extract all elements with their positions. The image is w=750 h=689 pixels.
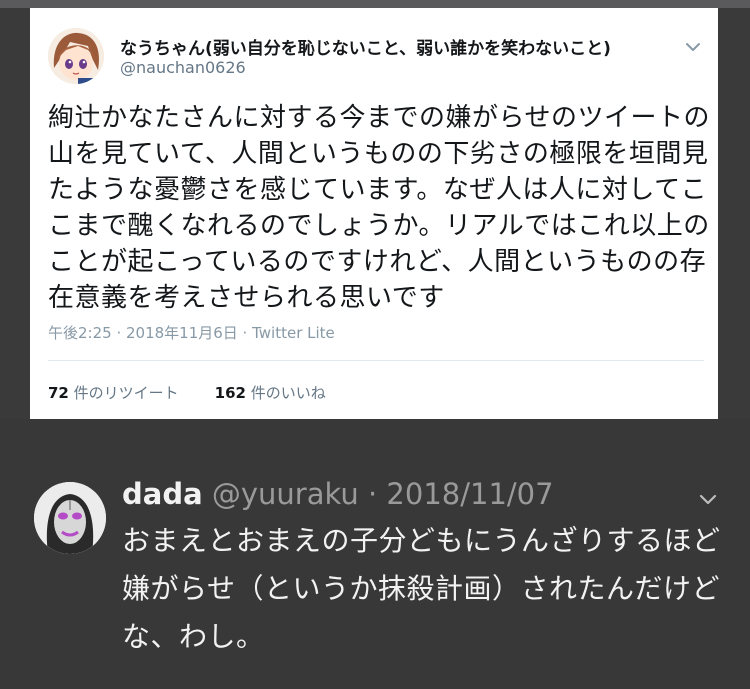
display-name[interactable]: なうちゃん(弱い自分を恥じないこと、弱い誰かを笑わないこと) [120,34,611,59]
retweet-stat[interactable]: 72 件のリツイート [48,384,179,402]
chevron-down-icon[interactable] [696,487,720,511]
top-strip [0,0,750,8]
retweet-count: 72 [48,384,69,402]
handle-and-date[interactable]: @yuuraku · 2018/11/07 [203,477,554,511]
avatar-illustration-icon [48,28,104,84]
tweet-timestamp[interactable]: 午後2:25 · 2018年11月6日 · Twitter Lite [48,322,335,343]
avatar[interactable] [34,482,106,554]
avatar[interactable] [48,28,104,84]
like-count: 162 [214,384,246,402]
original-tweet-card[interactable]: なうちゃん(弱い自分を恥じないこと、弱い誰かを笑わないこと) @nauchan0… [30,8,718,419]
chevron-down-icon[interactable] [682,36,704,58]
avatar-mask-icon [34,482,106,554]
like-label: 件のいいね [250,384,326,402]
tweet-body: 絢辻かなたさんに対する今までの嫌がらせのツイートの山を見ていて、人間というものの… [48,103,710,313]
reply-tweet[interactable]: dada @yuuraku · 2018/11/07 おまえとおまえの子分どもに… [0,419,750,689]
user-handle[interactable]: @nauchan0626 [120,58,246,77]
like-stat[interactable]: 162 件のいいね [215,384,326,402]
retweet-label: 件のリツイート [73,384,179,402]
tweet-stats: 72 件のリツイート 162 件のいいね [48,382,326,403]
reply-body: おまえとおまえの子分どもにうんざりするほど嫌がらせ（というか抹殺計画）されたんだ… [122,524,721,653]
display-name[interactable]: dada [122,477,203,511]
divider [48,360,704,361]
reply-header: dada @yuuraku · 2018/11/07 [122,477,554,511]
